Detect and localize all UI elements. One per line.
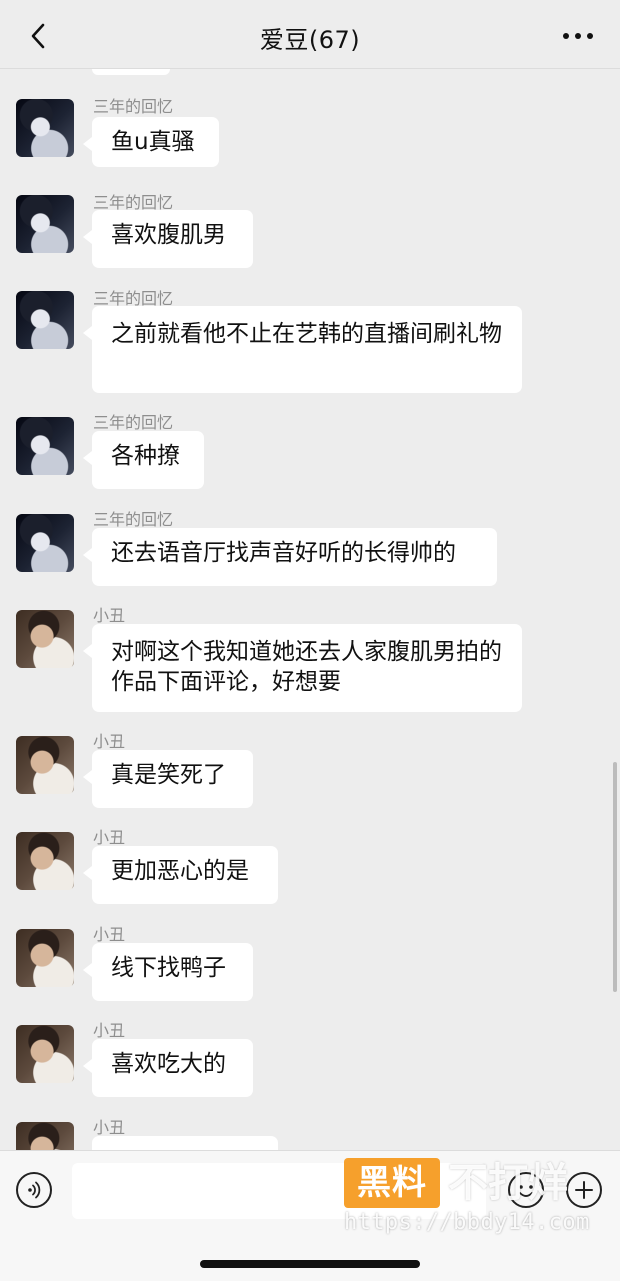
voice-icon: [28, 1181, 41, 1199]
message-bubble[interactable]: 对啊这个我知道她还去人家腹肌男拍的作品下面评论，好想要: [83, 624, 522, 712]
avatar[interactable]: [16, 291, 74, 349]
message-bubble[interactable]: 喜欢吃大的: [83, 1039, 253, 1097]
sender-name: 三年的回忆: [93, 413, 174, 432]
sender-name: 小丑: [93, 1118, 126, 1137]
more-button[interactable]: [560, 22, 596, 50]
avatar[interactable]: [16, 99, 74, 157]
voice-button[interactable]: [16, 1172, 52, 1208]
avatar[interactable]: [16, 832, 74, 890]
sender-name: 小丑: [93, 925, 126, 944]
avatar[interactable]: [16, 514, 74, 572]
watermark-url: https://bbdy14.com: [344, 1210, 590, 1235]
home-indicator: [200, 1260, 420, 1268]
sender-name: 三年的回忆: [93, 97, 174, 116]
avatar[interactable]: [16, 929, 74, 987]
message-bubble-partial: [92, 69, 170, 75]
watermark: 黑料 不打烊 https://bbdy14.com: [344, 1156, 614, 1246]
avatar[interactable]: [16, 736, 74, 794]
chat-area[interactable]: 三年的回忆 鱼u真骚 三年的回忆 喜欢腹肌男 三年的回忆 之前就看他不止在艺韩的…: [0, 69, 620, 1150]
chat-header: 爱豆(67): [0, 0, 620, 69]
scrollbar[interactable]: [613, 762, 617, 992]
more-dots-icon: [563, 33, 593, 39]
message-bubble[interactable]: 更加恶心的是: [83, 846, 278, 904]
sender-name: 小丑: [93, 606, 126, 625]
message-bubble[interactable]: 线下找鸭子: [83, 943, 253, 1001]
sender-name: 三年的回忆: [93, 510, 174, 529]
message-bubble[interactable]: 之前就看他不止在艺韩的直播间刷礼物: [83, 306, 522, 393]
avatar[interactable]: [16, 610, 74, 668]
watermark-text: 不打烊: [448, 1160, 568, 1206]
page-title: 爱豆(67): [259, 26, 361, 54]
message-bubble[interactable]: 鱼u真骚: [83, 117, 219, 167]
avatar[interactable]: [16, 417, 74, 475]
avatar[interactable]: [16, 1025, 74, 1083]
message-bubble[interactable]: 各种撩: [83, 431, 204, 489]
sender-name: 小丑: [93, 732, 126, 751]
avatar[interactable]: [16, 1122, 74, 1150]
message-bubble[interactable]: 真是笑死了: [83, 750, 253, 808]
message-bubble[interactable]: 还去语音厅找声音好听的长得帅的: [83, 528, 497, 586]
watermark-badge: 黑料: [344, 1158, 440, 1208]
message-bubble[interactable]: 喜欢腹肌男: [83, 210, 253, 268]
avatar[interactable]: [16, 195, 74, 253]
sender-name: 小丑: [93, 828, 126, 847]
message-bubble[interactable]: [92, 1136, 278, 1150]
sender-name: 小丑: [93, 1021, 126, 1040]
